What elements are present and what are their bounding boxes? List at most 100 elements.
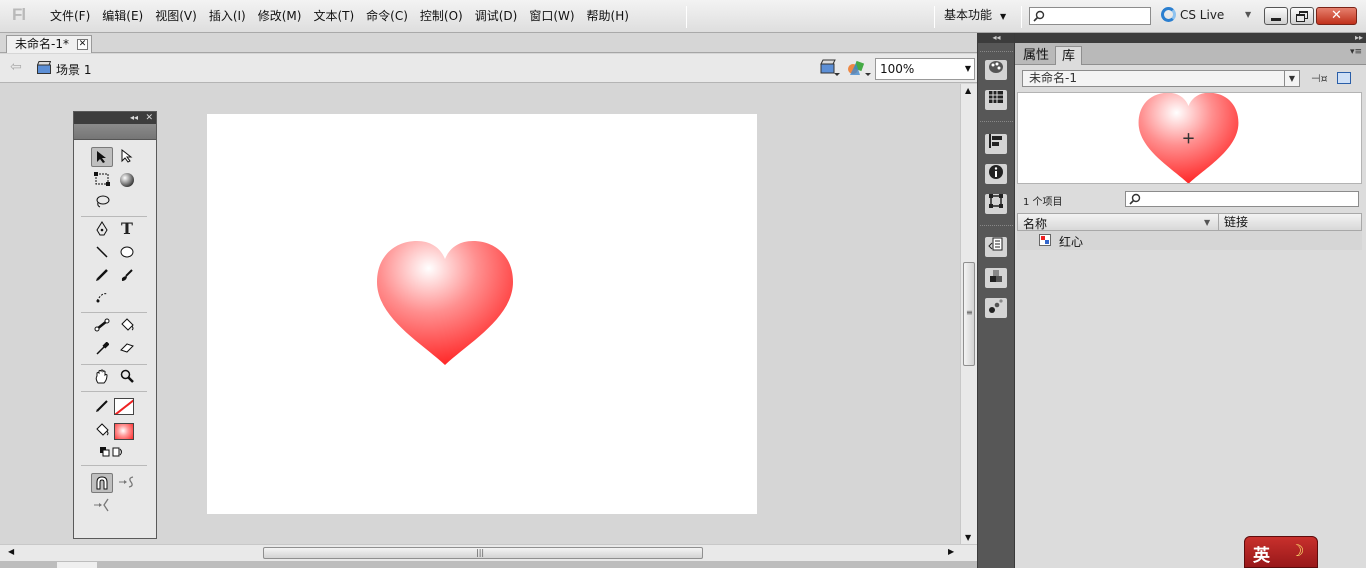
bone-tool[interactable] xyxy=(91,316,113,336)
clapperboard-icon xyxy=(37,61,51,74)
scroll-left-arrow-icon[interactable]: ◀ xyxy=(8,547,14,556)
menu-view[interactable]: 视图(V) xyxy=(149,0,203,33)
code-snippets-button[interactable] xyxy=(985,237,1007,257)
info-panel-button[interactable] xyxy=(985,164,1007,184)
timeline-tab[interactable] xyxy=(57,562,97,568)
column-name[interactable]: 名称 xyxy=(1023,215,1047,232)
smooth-button[interactable] xyxy=(116,473,138,493)
tools-panel-header[interactable]: ◂◂ ✕ xyxy=(74,112,156,124)
motion-presets-button[interactable] xyxy=(985,298,1007,318)
horizontal-scroll-thumb[interactable]: ||| xyxy=(263,547,703,559)
pen-tool[interactable] xyxy=(91,219,113,239)
expand-icon[interactable]: ◂◂ xyxy=(978,33,1015,43)
swap-colors-button[interactable] xyxy=(98,443,122,463)
help-search-input[interactable] xyxy=(1029,7,1151,25)
line-tool[interactable] xyxy=(91,243,113,263)
pin-library-icon[interactable]: ⊣¤ xyxy=(1311,72,1328,85)
brush-tool[interactable] xyxy=(116,266,138,286)
chevron-down-icon[interactable]: ▼ xyxy=(1245,10,1251,19)
tools-panel-title[interactable] xyxy=(74,124,156,140)
new-library-panel-icon[interactable] xyxy=(1337,72,1351,84)
tab-library[interactable]: 库 xyxy=(1055,46,1083,65)
column-linkage[interactable]: 链接 xyxy=(1218,214,1248,230)
transform-panel-button[interactable] xyxy=(985,194,1007,214)
color-panel-button[interactable] xyxy=(985,60,1007,80)
scroll-up-arrow-icon[interactable]: ▲ xyxy=(965,86,971,95)
cs-live-icon xyxy=(1161,7,1176,22)
fill-color-swatch[interactable] xyxy=(114,423,134,440)
straighten-button[interactable] xyxy=(91,496,113,516)
workspace-switcher[interactable]: 基本功能 ▼ xyxy=(944,0,1006,32)
selection-tool[interactable] xyxy=(91,147,113,167)
collapse-panel-icon[interactable]: ▸▸ xyxy=(1015,33,1366,43)
horizontal-scrollbar[interactable]: ◀ ||| ▶ xyxy=(0,544,977,561)
text-tool[interactable]: T xyxy=(116,219,138,239)
menu-debug[interactable]: 调试(D) xyxy=(469,0,524,33)
panel-menu-icon[interactable]: ▾≡ xyxy=(1350,47,1362,57)
minimize-button[interactable] xyxy=(1264,7,1288,25)
menu-window[interactable]: 窗口(W) xyxy=(523,0,580,33)
pen-nib-icon xyxy=(96,221,108,236)
close-window-button[interactable]: ✕ xyxy=(1316,7,1357,25)
free-transform-tool[interactable] xyxy=(91,170,113,190)
menu-help[interactable]: 帮助(H) xyxy=(581,0,635,33)
pencil-tool[interactable] xyxy=(91,266,113,286)
tab-properties[interactable]: 属性 xyxy=(1017,46,1055,65)
menu-items: 文件(F) 编辑(E) 视图(V) 插入(I) 修改(M) 文本(T) 命令(C… xyxy=(44,0,635,33)
fill-color-tool[interactable] xyxy=(91,421,113,441)
menu-insert[interactable]: 插入(I) xyxy=(203,0,252,33)
ime-indicator[interactable]: 英 ☽ xyxy=(1244,536,1318,568)
menu-commands[interactable]: 命令(C) xyxy=(360,0,414,33)
deco-tool[interactable] xyxy=(91,288,113,308)
scroll-down-arrow-icon[interactable]: ▼ xyxy=(965,533,971,542)
swatches-panel-button[interactable] xyxy=(985,90,1007,110)
zoom-select[interactable]: 100% ▼ xyxy=(875,58,975,80)
paint-bucket-tool[interactable] xyxy=(116,316,138,336)
lasso-tool[interactable] xyxy=(91,192,113,212)
heart-shape[interactable] xyxy=(375,240,515,368)
align-panel-button[interactable] xyxy=(985,134,1007,154)
tool-separator xyxy=(81,391,147,392)
edit-scene-icon[interactable] xyxy=(847,59,871,77)
library-search-input[interactable] xyxy=(1125,191,1359,207)
zoom-tool[interactable] xyxy=(116,367,138,387)
edit-symbols-icon[interactable] xyxy=(820,59,840,77)
brush-icon xyxy=(121,269,133,281)
library-item-row[interactable]: 红心 xyxy=(1017,231,1362,250)
scroll-right-arrow-icon[interactable]: ▶ xyxy=(948,547,954,556)
zoom-value: 100% xyxy=(880,62,915,76)
vertical-scroll-thumb[interactable]: ≡ xyxy=(963,262,975,366)
scene-bar: ⇦ 场景 1 100% ▼ xyxy=(0,54,977,83)
back-arrow-icon[interactable]: ⇦ xyxy=(10,59,22,75)
close-icon[interactable]: ✕ xyxy=(145,112,153,124)
stroke-color-swatch[interactable] xyxy=(114,398,134,415)
vertical-scrollbar[interactable]: ▲ ≡ ▼ xyxy=(960,84,977,544)
subselection-tool[interactable] xyxy=(116,147,138,167)
hand-tool[interactable] xyxy=(91,367,113,387)
cs-live-button[interactable]: CS Live xyxy=(1161,0,1224,31)
stroke-color-tool[interactable] xyxy=(91,397,113,417)
document-tab[interactable]: 未命名-1* ✕ xyxy=(6,35,92,53)
menu-control[interactable]: 控制(O) xyxy=(414,0,469,33)
menu-edit[interactable]: 编辑(E) xyxy=(96,0,149,33)
components-panel-button[interactable] xyxy=(985,268,1007,288)
menu-modify[interactable]: 修改(M) xyxy=(252,0,308,33)
sort-down-icon[interactable]: ▼ xyxy=(1204,218,1210,227)
menu-text[interactable]: 文本(T) xyxy=(307,0,360,33)
eyedropper-tool[interactable] xyxy=(91,340,113,360)
collapse-icon[interactable]: ◂◂ xyxy=(130,112,138,124)
eraser-tool[interactable] xyxy=(116,340,138,360)
oval-tool[interactable] xyxy=(116,243,138,263)
restore-button[interactable] xyxy=(1290,7,1314,25)
library-document-select[interactable]: 未命名-1 ▼ xyxy=(1022,70,1300,87)
window-controls: ✕ xyxy=(1264,7,1359,25)
snap-to-objects-button[interactable] xyxy=(91,473,113,493)
stage[interactable] xyxy=(207,114,757,514)
paint-bucket-icon xyxy=(121,318,134,331)
item-count: 1 个项目 xyxy=(1023,197,1063,208)
close-tab-icon[interactable]: ✕ xyxy=(76,39,88,50)
3d-rotation-tool[interactable] xyxy=(116,170,138,190)
straighten-icon xyxy=(94,498,109,512)
menu-file[interactable]: 文件(F) xyxy=(44,0,96,33)
swap-colors-icon xyxy=(100,447,122,457)
